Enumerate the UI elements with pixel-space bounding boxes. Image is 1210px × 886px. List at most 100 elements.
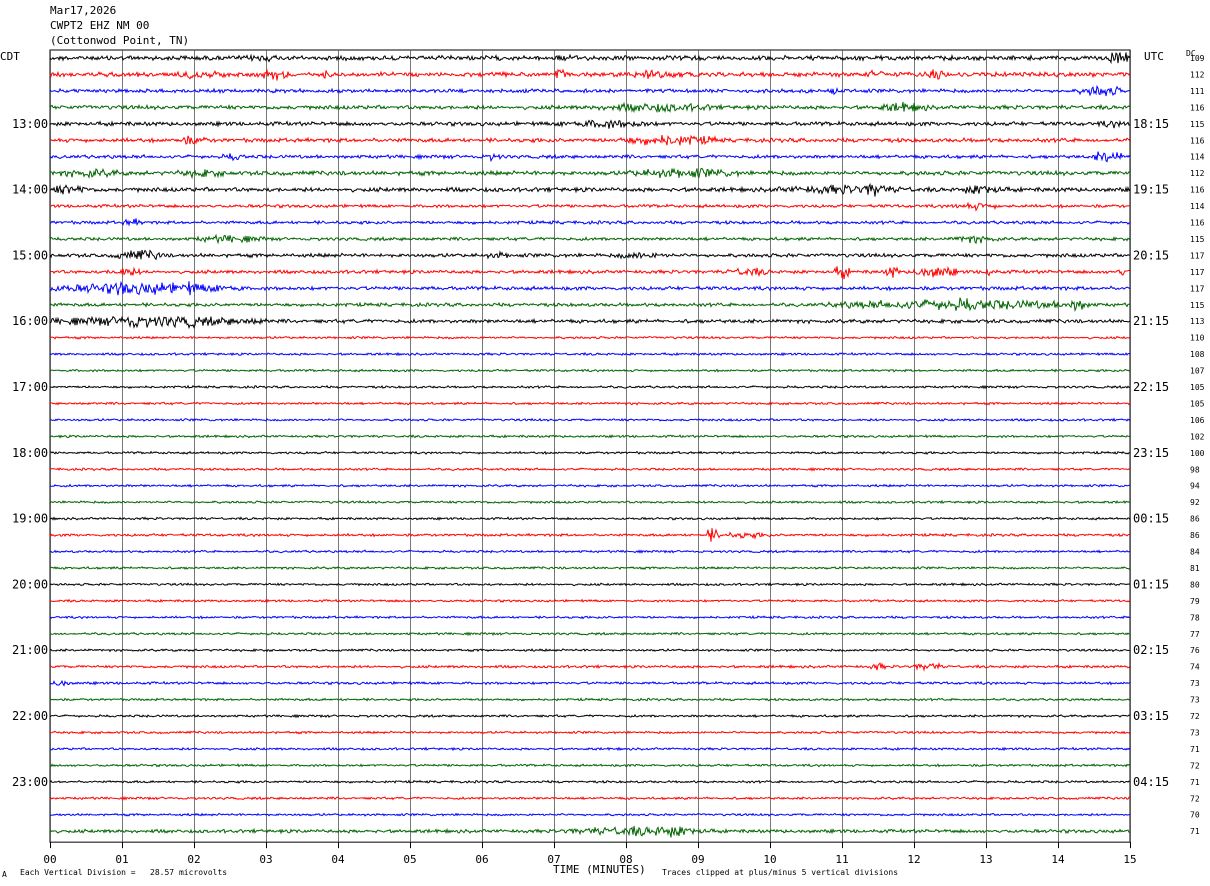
left-timezone-label: CDT (0, 50, 20, 63)
seismic-traces (49, 52, 1131, 838)
right-time-label: 01:15 (1133, 577, 1169, 591)
dc-offset-label: 116 (1190, 103, 1205, 112)
dc-offset-label: 78 (1190, 613, 1200, 622)
dc-offset-label: 81 (1190, 564, 1200, 573)
right-time-label: 18:15 (1133, 117, 1169, 131)
left-time-label: 13:00 (12, 117, 48, 131)
left-time-label: 19:00 (12, 512, 48, 526)
trace-line (49, 450, 1131, 455)
dc-offset-label: 86 (1190, 531, 1200, 540)
dc-offset-label: 71 (1190, 778, 1200, 787)
left-time-label: 17:00 (12, 380, 48, 394)
trace-line (49, 614, 1131, 620)
right-time-label: 00:15 (1133, 512, 1169, 526)
trace-line (49, 582, 1131, 587)
trace-line (49, 779, 1131, 784)
trace-line (49, 528, 1131, 542)
x-tick-label: 15 (1123, 853, 1136, 866)
trace-line (49, 280, 1131, 296)
trace-line (49, 631, 1131, 637)
dc-offset-label: 73 (1190, 696, 1200, 705)
dc-offset-label: 105 (1190, 399, 1205, 408)
dc-offset-label: 108 (1190, 350, 1205, 359)
dc-offset-label: 111 (1190, 87, 1205, 96)
dc-offset-label: 117 (1190, 268, 1205, 277)
trace-line (49, 763, 1131, 768)
x-tick-label: 00 (43, 853, 56, 866)
trace-line (50, 384, 1131, 390)
x-tick-label: 01 (115, 853, 128, 866)
dc-offset-label: 117 (1190, 251, 1205, 260)
x-axis-title: TIME (MINUTES) (553, 863, 646, 876)
x-tick-label: 14 (1051, 853, 1065, 866)
dc-offset-label: 71 (1190, 827, 1200, 836)
right-time-label: 02:15 (1133, 643, 1169, 657)
minute-gridlines (49, 49, 1131, 849)
x-tick-label: 04 (331, 853, 345, 866)
dc-offset-label: 74 (1190, 663, 1200, 672)
trace-line (49, 167, 1131, 180)
trace-line (49, 483, 1131, 488)
trace-line (49, 825, 1131, 838)
dc-offset-label: 112 (1190, 169, 1205, 178)
left-time-label: 16:00 (12, 314, 48, 328)
x-tick-label: 10 (763, 853, 776, 866)
dc-offset-label: 73 (1190, 679, 1200, 688)
dc-offset-label: 116 (1190, 219, 1205, 228)
trace-line (49, 598, 1131, 604)
x-tick-label: 09 (691, 853, 704, 866)
x-tick-label: 02 (187, 853, 200, 866)
trace-line (49, 401, 1131, 406)
trace-line (49, 119, 1131, 129)
left-time-label: 14:00 (12, 183, 48, 197)
clip-note: Traces clipped at plus/minus 5 vertical … (662, 868, 899, 877)
dc-offset-label: 71 (1190, 745, 1200, 754)
trace-line (49, 52, 1131, 65)
trace-line (49, 795, 1131, 801)
trace-line (49, 266, 1131, 280)
dc-offset-label: 115 (1190, 235, 1205, 244)
trace-line (49, 812, 1131, 817)
right-time-label: 22:15 (1133, 380, 1169, 394)
dc-offset-label: 102 (1190, 432, 1205, 441)
left-time-label: 23:00 (12, 775, 48, 789)
left-time-label: 18:00 (12, 446, 48, 460)
dc-offset-label: 86 (1190, 515, 1200, 524)
dc-offset-label: 114 (1190, 153, 1205, 162)
trace-line (49, 549, 1131, 554)
dc-offset-label: 79 (1190, 597, 1200, 606)
right-time-label: 03:15 (1133, 709, 1169, 723)
trace-line (49, 151, 1131, 163)
right-time-label: 23:15 (1133, 446, 1169, 460)
trace-line (49, 730, 1131, 735)
dc-offset-label: 106 (1190, 416, 1205, 425)
trace-line (49, 68, 1131, 81)
left-time-label: 15:00 (12, 248, 48, 262)
dc-offset-label: 105 (1190, 383, 1205, 392)
dc-offset-label: 114 (1190, 202, 1205, 211)
trace-line (49, 648, 1131, 653)
trace-line (49, 679, 1131, 687)
trace-line (49, 297, 1131, 313)
dc-offset-label: 77 (1190, 630, 1200, 639)
trace-line (49, 516, 1131, 521)
trace-line (49, 713, 1131, 719)
left-time-label: 21:00 (12, 643, 48, 657)
dc-offset-label: 94 (1190, 482, 1200, 491)
x-tick-label: 13 (979, 853, 992, 866)
trace-line (49, 134, 1131, 146)
trace-line (49, 335, 1131, 340)
right-timezone-label: UTC (1144, 50, 1164, 63)
trace-line (49, 434, 1131, 439)
plot-frame (49, 49, 1131, 843)
right-time-label: 21:15 (1133, 314, 1169, 328)
dc-offset-label: 107 (1190, 367, 1205, 376)
trace-line (49, 233, 1131, 245)
dc-offset-label: 116 (1190, 136, 1205, 145)
left-time-label: 20:00 (12, 577, 48, 591)
trace-line (49, 201, 1131, 212)
left-time-label: 22:00 (12, 709, 48, 723)
dc-offset-label: 72 (1190, 794, 1200, 803)
dc-offset-label: 116 (1190, 186, 1205, 195)
right-time-label: 19:15 (1133, 183, 1169, 197)
